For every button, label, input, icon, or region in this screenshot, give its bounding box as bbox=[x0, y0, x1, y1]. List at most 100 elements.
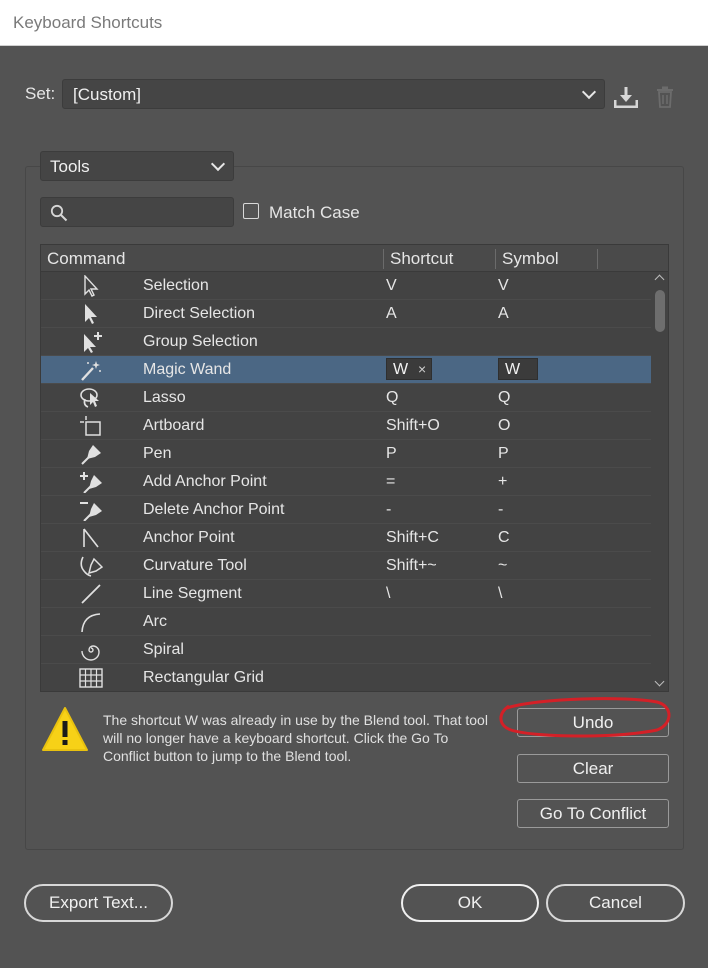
symbol-edit-field[interactable]: W bbox=[498, 358, 538, 380]
delete-set-button[interactable] bbox=[655, 86, 675, 113]
command-name: Lasso bbox=[143, 389, 186, 406]
category-dropdown[interactable]: Tools bbox=[40, 151, 234, 181]
search-input[interactable] bbox=[71, 201, 230, 225]
table-row[interactable]: Direct Selection A A bbox=[41, 300, 651, 328]
warning-icon bbox=[42, 707, 88, 751]
category-dropdown-value: Tools bbox=[50, 157, 90, 176]
command-name: Add Anchor Point bbox=[143, 473, 267, 490]
table-row[interactable]: Artboard Shift+O O bbox=[41, 412, 651, 440]
command-name: Direct Selection bbox=[143, 305, 256, 322]
rectangular-grid-icon bbox=[79, 668, 103, 688]
column-header-shortcut[interactable]: Shortcut bbox=[390, 249, 453, 269]
table-row[interactable]: Group Selection bbox=[41, 328, 651, 356]
search-icon bbox=[50, 204, 68, 222]
symbol-value[interactable]: ~ bbox=[498, 557, 507, 575]
chevron-down-icon[interactable] bbox=[654, 676, 665, 687]
direct-selection-arrow-icon bbox=[85, 304, 97, 324]
save-set-button[interactable] bbox=[613, 85, 639, 114]
table-row[interactable]: Pen P P bbox=[41, 440, 651, 468]
table-row[interactable]: Rectangular Grid bbox=[41, 664, 651, 691]
command-name: Curvature Tool bbox=[143, 557, 247, 574]
title-bar: Keyboard Shortcuts bbox=[0, 0, 708, 46]
window-title: Keyboard Shortcuts bbox=[13, 13, 163, 32]
command-name: Anchor Point bbox=[143, 529, 235, 546]
command-name: Arc bbox=[143, 613, 167, 630]
symbol-value: W bbox=[505, 361, 521, 378]
shortcut-value[interactable]: P bbox=[386, 445, 397, 463]
match-case-label: Match Case bbox=[269, 203, 360, 222]
match-case-checkbox[interactable] bbox=[243, 203, 259, 219]
ok-button[interactable]: OK bbox=[401, 884, 539, 922]
clear-button[interactable]: Clear bbox=[517, 754, 669, 783]
chevron-up-icon[interactable] bbox=[654, 274, 665, 285]
column-divider[interactable] bbox=[597, 249, 598, 269]
symbol-value[interactable]: O bbox=[498, 417, 510, 435]
command-name: Line Segment bbox=[143, 585, 242, 602]
shortcut-value[interactable]: Shift+C bbox=[386, 529, 439, 547]
chevron-down-icon bbox=[581, 84, 597, 100]
command-name: Selection bbox=[143, 277, 209, 294]
selection-arrow-icon bbox=[84, 275, 99, 297]
shortcut-value[interactable]: - bbox=[386, 501, 391, 519]
table-header: Command Shortcut Symbol bbox=[41, 245, 668, 272]
download-icon bbox=[614, 87, 638, 108]
command-name: Rectangular Grid bbox=[143, 669, 264, 686]
pen-icon bbox=[81, 445, 101, 465]
shortcut-value[interactable]: Shift+O bbox=[386, 417, 440, 435]
symbol-value[interactable]: + bbox=[498, 473, 507, 491]
symbol-value[interactable]: - bbox=[498, 501, 503, 519]
column-divider[interactable] bbox=[495, 249, 496, 269]
shortcuts-table: Command Shortcut Symbol Selection V V Di… bbox=[40, 244, 669, 692]
add-anchor-point-icon bbox=[80, 472, 102, 493]
shortcut-value[interactable]: A bbox=[386, 305, 397, 323]
table-row[interactable]: Add Anchor Point = + bbox=[41, 468, 651, 496]
table-row[interactable]: Spiral bbox=[41, 636, 651, 664]
arc-icon bbox=[81, 613, 101, 633]
set-dropdown[interactable]: [Custom] bbox=[62, 79, 605, 109]
shortcut-value[interactable]: \ bbox=[386, 585, 390, 603]
trash-icon bbox=[657, 86, 673, 108]
column-header-command[interactable]: Command bbox=[47, 249, 125, 269]
table-row[interactable]: Line Segment \ \ bbox=[41, 580, 651, 608]
cancel-button[interactable]: Cancel bbox=[546, 884, 685, 922]
table-row[interactable]: Magic Wand W × W bbox=[41, 356, 651, 384]
table-scrollbar[interactable] bbox=[651, 272, 668, 691]
symbol-value[interactable]: V bbox=[498, 277, 509, 295]
spiral-icon bbox=[81, 645, 100, 661]
red-annotation-circle bbox=[499, 697, 671, 738]
table-row[interactable]: Delete Anchor Point - - bbox=[41, 496, 651, 524]
clear-shortcut-icon[interactable]: × bbox=[418, 361, 426, 377]
scrollbar-thumb[interactable] bbox=[655, 290, 665, 332]
command-name: Spiral bbox=[143, 641, 184, 658]
shortcut-value[interactable]: Q bbox=[386, 389, 398, 407]
artboard-icon bbox=[80, 416, 101, 436]
shortcut-edit-field[interactable]: W × bbox=[386, 358, 432, 380]
table-row[interactable]: Arc bbox=[41, 608, 651, 636]
shortcut-value[interactable]: V bbox=[386, 277, 397, 295]
set-label: Set: bbox=[25, 84, 56, 103]
symbol-value[interactable]: C bbox=[498, 529, 510, 547]
table-row[interactable]: Lasso Q Q bbox=[41, 384, 651, 412]
anchor-point-icon bbox=[83, 528, 99, 548]
export-text-button[interactable]: Export Text... bbox=[24, 884, 173, 922]
chevron-down-icon bbox=[210, 156, 226, 172]
symbol-value[interactable]: A bbox=[498, 305, 509, 323]
command-name: Delete Anchor Point bbox=[143, 501, 285, 518]
symbol-value[interactable]: Q bbox=[498, 389, 510, 407]
go-to-conflict-button[interactable]: Go To Conflict bbox=[517, 799, 669, 828]
column-divider[interactable] bbox=[383, 249, 384, 269]
table-row[interactable]: Anchor Point Shift+C C bbox=[41, 524, 651, 552]
shortcut-value[interactable]: Shift+~ bbox=[386, 557, 437, 575]
command-name: Group Selection bbox=[143, 333, 258, 350]
command-name: Magic Wand bbox=[143, 361, 232, 378]
shortcut-value[interactable]: = bbox=[386, 473, 395, 491]
symbol-value[interactable]: P bbox=[498, 445, 509, 463]
delete-anchor-point-icon bbox=[80, 502, 102, 521]
column-header-symbol[interactable]: Symbol bbox=[502, 249, 559, 269]
curvature-tool-icon bbox=[80, 556, 103, 577]
search-box bbox=[40, 197, 234, 227]
table-row[interactable]: Selection V V bbox=[41, 272, 651, 300]
magic-wand-icon bbox=[81, 361, 101, 381]
symbol-value[interactable]: \ bbox=[498, 585, 502, 603]
table-row[interactable]: Curvature Tool Shift+~ ~ bbox=[41, 552, 651, 580]
